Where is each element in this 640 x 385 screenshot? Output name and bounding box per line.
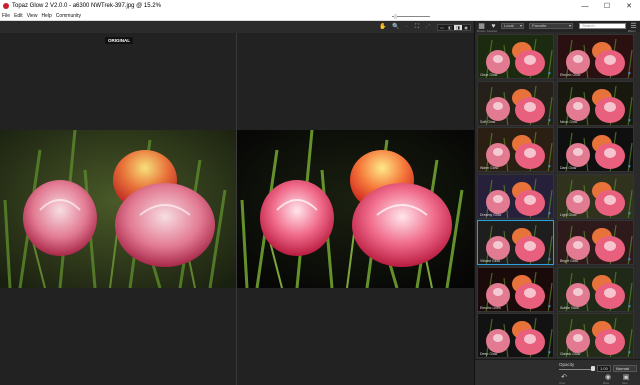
favorite-heart-icon[interactable]: ♥ — [548, 164, 551, 170]
preset-thumbnail[interactable]: Subtle Glow ♥ — [557, 266, 634, 312]
favorite-heart-icon[interactable]: ♥ — [628, 350, 631, 356]
fit-to-screen-icon[interactable]: ⛶ — [412, 22, 422, 32]
favorite-heart-icon[interactable]: ♥ — [548, 118, 551, 124]
preset-name: Subtle Glow — [560, 305, 579, 310]
preset-name: Dark Glow — [560, 166, 577, 170]
favorite-heart-icon[interactable]: ♥ — [548, 71, 551, 77]
preset-thumbnail[interactable]: Vibrant Glow ♥ — [477, 220, 554, 265]
preset-thumbnail[interactable]: Clear Glow ♥ — [477, 34, 554, 79]
favorites-label: Favorites — [487, 30, 498, 33]
preset-thumbnail[interactable]: Soft Glow ♥ — [477, 80, 554, 126]
favorite-heart-icon[interactable]: ♥ — [628, 211, 631, 217]
preset-name: Soft Glow — [480, 119, 496, 124]
menu-file[interactable]: File — [2, 13, 10, 19]
preset-name: Electric Glow — [560, 73, 581, 77]
original-image — [0, 130, 236, 288]
opacity-label: Opacity — [559, 362, 575, 367]
zoom-slider-handle[interactable] — [394, 14, 397, 19]
preset-name: Clear Glow — [480, 73, 498, 77]
hand-tool-icon[interactable]: ✋ — [378, 22, 388, 32]
preset-name: Bright Glow — [560, 259, 579, 263]
favorite-heart-icon[interactable]: ♥ — [628, 304, 631, 310]
preset-name: Light Glow — [560, 212, 577, 217]
presets-panel: ▦ Presets ♥ Favorites Local Favorite Sea… — [474, 21, 640, 385]
favorite-heart-icon[interactable]: ♥ — [548, 304, 551, 310]
preset-thumbnail[interactable]: Light Glow ♥ — [557, 173, 634, 219]
favorite-heart-icon[interactable]: ♥ — [628, 71, 631, 77]
blend-mode-dropdown[interactable]: Normal — [613, 365, 637, 372]
close-button[interactable]: ✕ — [618, 0, 640, 12]
preset-thumbnail[interactable]: Deep Glow ♥ — [477, 313, 554, 358]
search-input[interactable]: Search — [579, 23, 626, 29]
menu-help[interactable]: Help — [41, 13, 51, 19]
title-bar: Topaz Glow 2 V2.0.0 - a6300 NWTrek-397.j… — [0, 0, 640, 12]
zoom-slider[interactable] — [392, 14, 430, 19]
preset-thumbnail[interactable]: Dreamy Glow ♥ — [477, 173, 554, 219]
view-side-by-side-button[interactable]: ◨ — [454, 25, 462, 30]
preset-thumbnail[interactable]: Bright Glow ♥ — [557, 220, 634, 265]
preset-name: Electric Lines — [480, 305, 501, 310]
favorite-heart-icon[interactable]: ♥ — [548, 211, 551, 217]
menu-view[interactable]: View — [27, 13, 38, 19]
preset-name: Deep Glow — [480, 352, 498, 356]
view-dark-button[interactable]: ◼ — [462, 25, 470, 30]
category-dropdown[interactable]: Local — [501, 23, 524, 29]
opacity-slider[interactable] — [559, 369, 595, 370]
minimize-button[interactable]: — — [574, 0, 596, 12]
preset-thumbnail[interactable]: Neon Glow ♥ — [557, 80, 634, 126]
menu-bar: File Edit View Help Community — [0, 12, 640, 21]
favorite-heart-icon[interactable]: ♥ — [548, 257, 551, 263]
menu-edit[interactable]: Edit — [14, 13, 23, 19]
image-canvas[interactable]: ORIGINAL — [0, 33, 474, 385]
preset-name: Dreamy Glow — [480, 212, 502, 217]
favorite-heart-icon[interactable]: ♥ — [628, 118, 631, 124]
favorite-heart-icon[interactable]: ♥ — [548, 350, 551, 356]
zoom-in-icon[interactable]: 🔍 — [391, 22, 401, 32]
preset-name: Classic Glow — [560, 352, 581, 356]
preset-name: Warm Glow — [480, 166, 499, 170]
original-label: ORIGINAL — [105, 37, 133, 44]
presets-label: Presets — [477, 30, 486, 33]
maximize-button[interactable]: ☐ — [596, 0, 618, 12]
view-single-button[interactable]: ▭ — [438, 25, 446, 30]
adjust-panel: Opacity 1.00 Normal ↶ Undo ◉ Mask ▣ Save — [475, 359, 640, 385]
preview-image — [237, 130, 474, 288]
favorite-heart-icon[interactable]: ♥ — [628, 257, 631, 263]
preset-thumbnail[interactable]: Dark Glow ♥ — [557, 127, 634, 172]
preset-thumbnail[interactable]: Electric Glow ♥ — [557, 34, 634, 79]
view-mode-toggle: ▭ ◧ ◨ ◼ — [437, 24, 471, 31]
fullscreen-icon[interactable]: ⤢ — [423, 22, 433, 32]
opacity-value-field[interactable]: 1.00 — [597, 365, 611, 372]
view-split-button[interactable]: ◧ — [446, 25, 454, 30]
preset-thumbnail[interactable]: Electric Lines ♥ — [477, 266, 554, 312]
presets-filter-bar: ▦ Presets ♥ Favorites Local Favorite Sea… — [475, 21, 640, 33]
sort-dropdown[interactable]: Favorite — [529, 23, 573, 29]
zoom-out-icon[interactable]: − — [402, 22, 412, 32]
presets-grid: Clear Glow ♥ Electric Glow ♥ Soft Glow ♥ Neon … — [477, 34, 638, 358]
preset-thumbnail[interactable]: Classic Glow ♥ — [557, 313, 634, 358]
view-toolbar: ✋ 🔍 − ⛶ ⤢ ▭ ◧ ◨ ◼ — [0, 21, 474, 33]
menu-community[interactable]: Community — [56, 13, 81, 19]
preset-name: Vibrant Glow — [480, 259, 500, 263]
opacity-slider-handle[interactable] — [591, 366, 595, 371]
favorite-heart-icon[interactable]: ♥ — [628, 164, 631, 170]
window-title: Topaz Glow 2 V2.0.0 - a6300 NWTrek-397.j… — [12, 3, 161, 9]
effects-label: Effects — [628, 30, 636, 33]
preset-name: Neon Glow — [560, 119, 578, 124]
app-logo-icon — [3, 3, 9, 9]
preset-thumbnail[interactable]: Warm Glow ♥ — [477, 127, 554, 172]
